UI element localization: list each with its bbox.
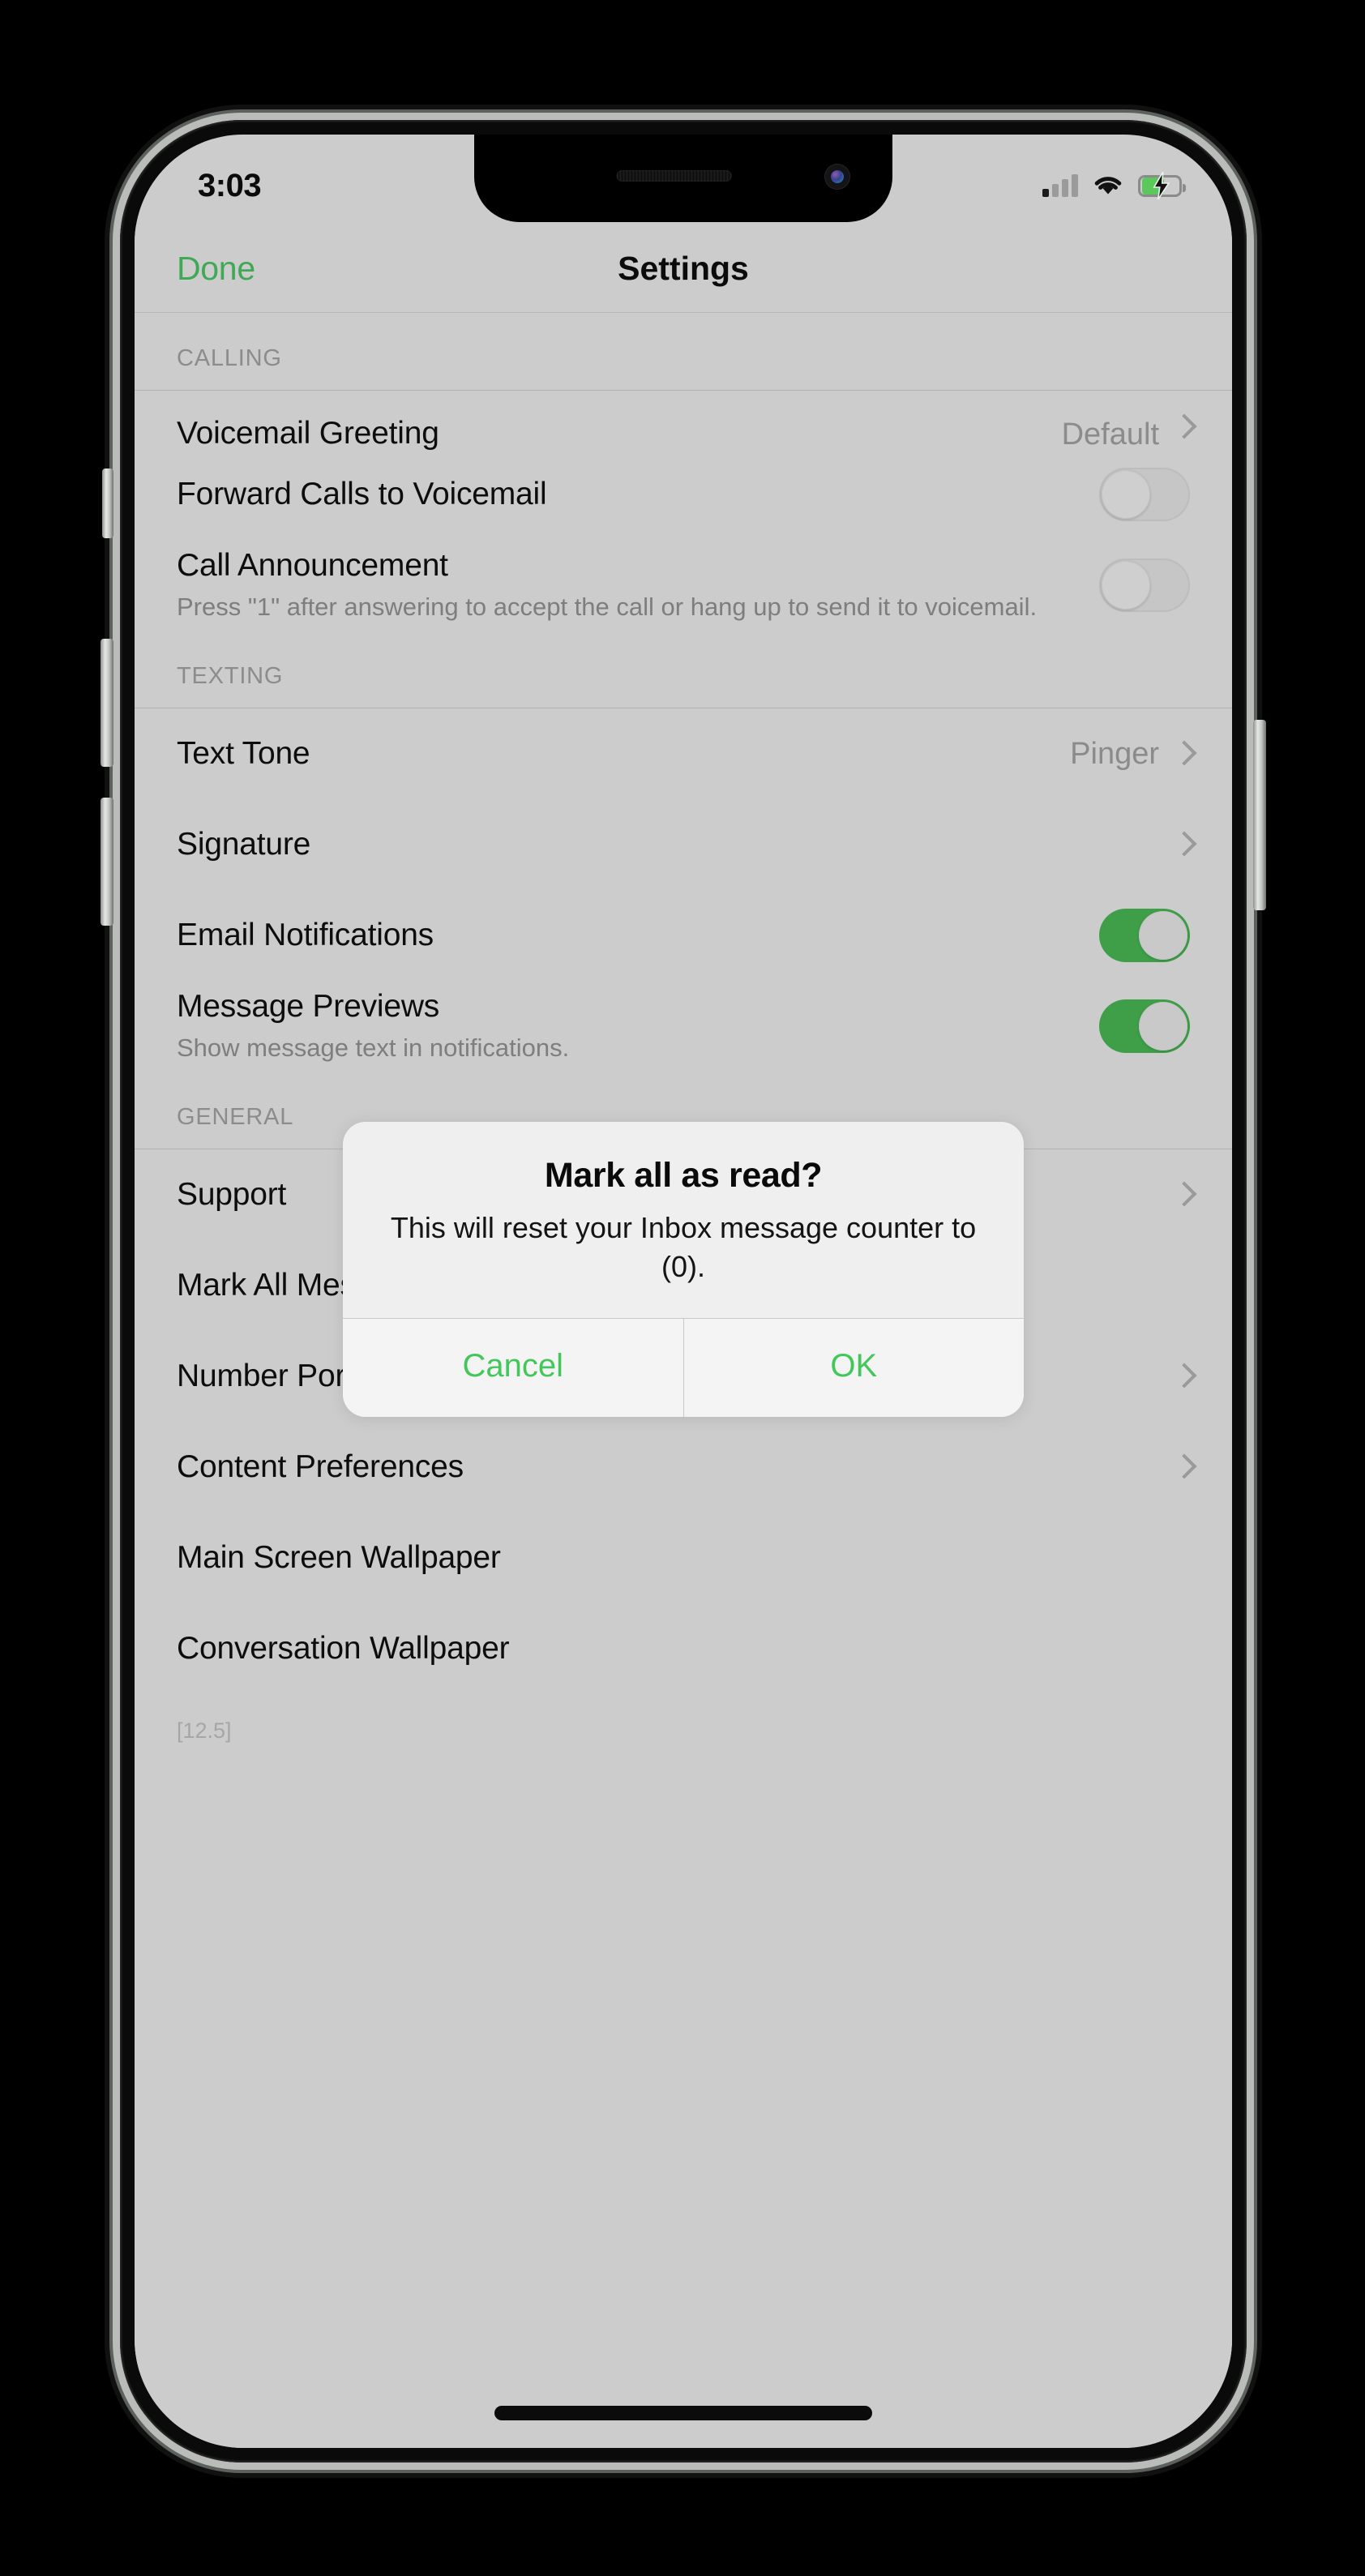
row-label: Email Notifications xyxy=(177,917,434,952)
home-indicator[interactable] xyxy=(494,2406,872,2420)
row-main-screen-wallpaper[interactable]: Main Screen Wallpaper xyxy=(135,1513,1232,1603)
battery-charging-icon xyxy=(1138,172,1186,199)
dialog-title: Mark all as read? xyxy=(544,1156,823,1195)
row-label: Main Screen Wallpaper xyxy=(177,1539,501,1575)
row-label: Voicemail Greeting xyxy=(177,415,439,451)
navigation-bar: Done Settings xyxy=(135,225,1232,313)
status-bar-indicators xyxy=(1042,172,1186,199)
row-label: Text Tone xyxy=(177,735,310,771)
earpiece-speaker-icon xyxy=(616,170,732,182)
screenshot-stage: 3:03 Done Settings CALLING Voicemail Gre… xyxy=(0,0,1365,2576)
dialog-body: Mark all as read? This will reset your I… xyxy=(343,1122,1024,1318)
mark-all-as-read-dialog: Mark all as read? This will reset your I… xyxy=(343,1122,1024,1418)
toggle-forward-calls-to-voicemail[interactable] xyxy=(1099,468,1190,521)
row-conversation-wallpaper[interactable]: Conversation Wallpaper xyxy=(135,1603,1232,1694)
power-button[interactable] xyxy=(1253,720,1266,910)
chevron-right-icon xyxy=(1175,741,1190,767)
row-value: Default xyxy=(1061,417,1159,451)
toggle-email-notifications[interactable] xyxy=(1099,909,1190,962)
toggle-message-previews[interactable] xyxy=(1099,999,1190,1053)
row-forward-calls-to-voicemail[interactable]: Forward Calls to Voicemail xyxy=(135,449,1232,540)
cancel-button[interactable]: Cancel xyxy=(343,1319,683,1418)
row-subtitle: Show message text in notifications. xyxy=(177,1033,570,1063)
phone-screen: 3:03 Done Settings CALLING Voicemail Gre… xyxy=(135,135,1232,2448)
wifi-icon xyxy=(1093,174,1123,197)
row-label: Message Previews xyxy=(177,989,440,1025)
volume-down-button[interactable] xyxy=(101,798,113,926)
phone-device-frame: 3:03 Done Settings CALLING Voicemail Gre… xyxy=(101,120,1266,2463)
cellular-signal-icon xyxy=(1042,174,1078,197)
toggle-call-announcement[interactable] xyxy=(1099,558,1190,612)
chevron-right-icon xyxy=(1175,832,1190,858)
ok-button[interactable]: OK xyxy=(682,1319,1024,1418)
chevron-right-icon xyxy=(1175,1182,1190,1208)
row-label: Conversation Wallpaper xyxy=(177,1630,510,1666)
app-version-label: [12.5] xyxy=(177,1718,232,1743)
row-label: Content Preferences xyxy=(177,1448,464,1484)
row-voicemail-greeting[interactable]: Voicemail Greeting Default xyxy=(135,391,1232,451)
row-text-tone[interactable]: Text Tone Pinger xyxy=(135,708,1232,799)
dialog-message: This will reset your Inbox message count… xyxy=(390,1211,977,1283)
chevron-right-icon xyxy=(1175,1454,1190,1480)
front-camera-icon xyxy=(824,164,850,190)
row-label: Forward Calls to Voicemail xyxy=(177,476,547,511)
device-notch xyxy=(474,135,892,222)
chevron-right-icon xyxy=(1175,1363,1190,1389)
page-title: Settings xyxy=(618,250,749,287)
row-call-announcement[interactable]: Call Announcement Press "1" after answer… xyxy=(135,540,1232,631)
volume-up-button[interactable] xyxy=(101,639,113,767)
row-subtitle: Press "1" after answering to accept the … xyxy=(177,593,1038,622)
row-value: Pinger xyxy=(1070,736,1159,771)
done-button[interactable]: Done xyxy=(177,250,255,288)
section-header-texting: TEXTING xyxy=(177,663,284,689)
row-label: Signature xyxy=(177,826,311,862)
row-email-notifications[interactable]: Email Notifications xyxy=(135,890,1232,981)
row-label: Call Announcement xyxy=(177,548,448,584)
status-bar-clock: 3:03 xyxy=(198,167,262,203)
dialog-actions: Cancel OK xyxy=(343,1318,1024,1418)
row-signature[interactable]: Signature xyxy=(135,799,1232,890)
chevron-right-icon xyxy=(1175,414,1190,440)
silent-switch-button[interactable] xyxy=(102,469,113,538)
row-content-preferences[interactable]: Content Preferences xyxy=(135,1422,1232,1513)
row-message-previews[interactable]: Message Previews Show message text in no… xyxy=(135,981,1232,1072)
section-header-calling: CALLING xyxy=(177,345,282,371)
